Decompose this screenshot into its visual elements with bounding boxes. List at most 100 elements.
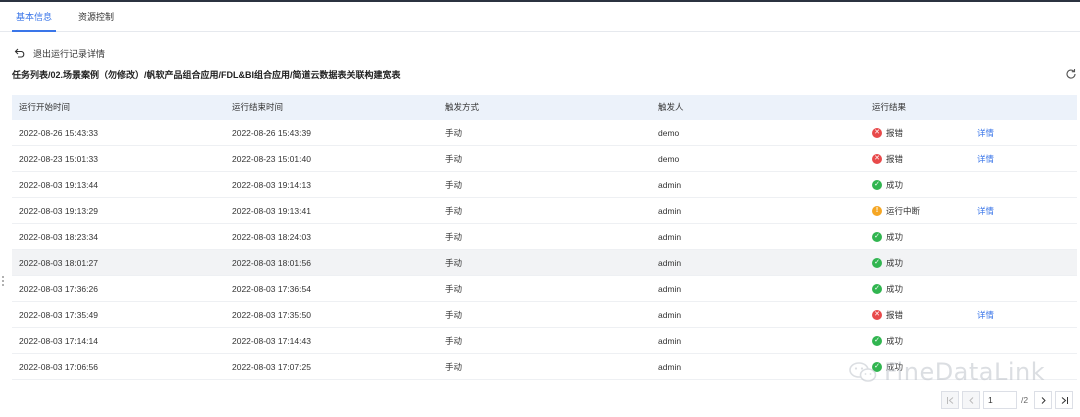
result-cell: ✓ 成功 — [872, 224, 903, 249]
first-page-button[interactable] — [941, 391, 959, 409]
result-label: 报错 — [886, 127, 904, 138]
end-time-cell: 2022-08-23 15:01:40 — [232, 154, 311, 164]
trigger-mode-cell: 手动 — [445, 154, 463, 164]
end-time-cell: 2022-08-03 17:14:43 — [232, 336, 311, 346]
table-row[interactable]: 2022-08-23 15:01:33 2022-08-23 15:01:40 手动… — [12, 146, 1077, 172]
start-time-cell: 2022-08-26 15:43:33 — [19, 128, 98, 138]
start-time-cell: 2022-08-03 17:14:14 — [19, 336, 98, 346]
trigger-user-cell: admin — [658, 362, 682, 372]
trigger-mode-cell: 手动 — [445, 128, 463, 138]
detail-link[interactable]: 详情 — [977, 146, 994, 171]
watermark-text: FineDataLink — [884, 358, 1046, 386]
chevron-right-icon — [1041, 396, 1046, 404]
trigger-user-cell: demo — [658, 128, 680, 138]
chevron-left-icon — [968, 396, 973, 404]
success-status-icon: ✓ — [872, 231, 882, 242]
end-time-cell: 2022-08-03 18:24:03 — [232, 232, 311, 242]
tab-resource-control[interactable]: 资源控制 — [78, 2, 114, 32]
next-page-button[interactable] — [1034, 391, 1052, 409]
watermark: FineDataLink — [848, 358, 1045, 386]
wechat-icon — [849, 362, 877, 382]
success-status-icon: ✓ — [872, 179, 882, 190]
trigger-mode-cell: 手动 — [445, 336, 463, 346]
last-page-button[interactable] — [1055, 391, 1073, 409]
result-cell: ✕ 报错 — [872, 302, 903, 327]
error-status-icon: ✕ — [872, 127, 882, 138]
start-time-cell: 2022-08-23 15:01:33 — [19, 154, 98, 164]
column-header-end-time: 运行结束时间 — [232, 102, 284, 112]
trigger-mode-cell: 手动 — [445, 258, 463, 268]
trigger-user-cell: admin — [658, 232, 682, 242]
result-label: 成功 — [886, 283, 904, 294]
tab-bar: 基本信息 资源控制 — [0, 2, 1080, 32]
page-number-input[interactable]: 1 — [983, 391, 1017, 409]
result-cell: ✓ 成功 — [872, 172, 903, 197]
end-time-cell: 2022-08-03 19:14:13 — [232, 180, 311, 190]
trigger-user-cell: demo — [658, 154, 680, 164]
page-total: /2 — [1021, 395, 1029, 405]
trigger-user-cell: admin — [658, 336, 682, 346]
back-arrow-icon — [14, 48, 25, 58]
result-label: 成功 — [886, 257, 904, 268]
error-status-icon: ✕ — [872, 153, 882, 164]
start-time-cell: 2022-08-03 17:06:56 — [19, 362, 98, 372]
detail-link[interactable]: 详情 — [977, 120, 994, 145]
end-time-cell: 2022-08-03 17:07:25 — [232, 362, 311, 372]
first-page-icon — [946, 396, 953, 404]
trigger-mode-cell: 手动 — [445, 284, 463, 294]
result-cell: ✓ 成功 — [872, 276, 903, 301]
success-status-icon: ✓ — [872, 335, 882, 346]
table-row[interactable]: 2022-08-03 18:23:34 2022-08-03 18:24:03 手动… — [12, 224, 1077, 250]
result-label: 成功 — [886, 335, 904, 346]
exit-run-record-button[interactable]: 退出运行记录详情 — [14, 46, 105, 60]
trigger-user-cell: admin — [658, 258, 682, 268]
end-time-cell: 2022-08-26 15:43:39 — [232, 128, 311, 138]
detail-link[interactable]: 详情 — [977, 198, 994, 223]
result-cell: ✕ 报错 — [872, 146, 903, 171]
column-header-trigger-user: 触发人 — [658, 102, 684, 112]
table-row[interactable]: 2022-08-03 19:13:44 2022-08-03 19:14:13 手动… — [12, 172, 1077, 198]
last-page-icon — [1061, 396, 1068, 404]
table-row[interactable]: 2022-08-03 19:13:29 2022-08-03 19:13:41 手动… — [12, 198, 1077, 224]
column-header-start-time: 运行开始时间 — [19, 102, 71, 112]
start-time-cell: 2022-08-03 17:35:49 — [19, 310, 98, 320]
result-label: 报错 — [886, 309, 904, 320]
trigger-mode-cell: 手动 — [445, 206, 463, 216]
result-label: 运行中断 — [886, 205, 921, 216]
trigger-user-cell: admin — [658, 206, 682, 216]
result-cell: ✓ 成功 — [872, 250, 903, 275]
trigger-user-cell: admin — [658, 284, 682, 294]
drag-handle[interactable] — [2, 276, 5, 290]
run-record-table: 运行开始时间 运行结束时间 触发方式 触发人 运行结果 2022-08-26 1… — [12, 95, 1077, 380]
table-row[interactable]: 2022-08-03 17:14:14 2022-08-03 17:14:43 手动… — [12, 328, 1077, 354]
tab-basic-info[interactable]: 基本信息 — [12, 2, 56, 32]
table-row[interactable]: 2022-08-26 15:43:33 2022-08-26 15:43:39 手动… — [12, 120, 1077, 146]
result-cell: ✕ 报错 — [872, 120, 903, 145]
trigger-mode-cell: 手动 — [445, 180, 463, 190]
start-time-cell: 2022-08-03 17:36:26 — [19, 284, 98, 294]
table-row[interactable]: 2022-08-03 17:36:26 2022-08-03 17:36:54 手动… — [12, 276, 1077, 302]
end-time-cell: 2022-08-03 17:36:54 — [232, 284, 311, 294]
refresh-icon[interactable] — [1065, 68, 1077, 80]
end-time-cell: 2022-08-03 17:35:50 — [232, 310, 311, 320]
result-label: 成功 — [886, 231, 904, 242]
start-time-cell: 2022-08-03 19:13:44 — [19, 180, 98, 190]
start-time-cell: 2022-08-03 18:01:27 — [19, 258, 98, 268]
table-row[interactable]: 2022-08-03 17:35:49 2022-08-03 17:35:50 手动… — [12, 302, 1077, 328]
task-path-breadcrumb: 任务列表/02.场景案例（勿修改）/帆软产品组合应用/FDL&BI组合应用/简道… — [12, 70, 401, 80]
trigger-user-cell: admin — [658, 310, 682, 320]
trigger-user-cell: admin — [658, 180, 682, 190]
table-row[interactable]: 2022-08-03 18:01:27 2022-08-03 18:01:56 手动… — [12, 250, 1077, 276]
warn-status-icon: ! — [872, 205, 882, 216]
success-status-icon: ✓ — [872, 257, 882, 268]
exit-run-record-label: 退出运行记录详情 — [33, 48, 106, 59]
start-time-cell: 2022-08-03 18:23:34 — [19, 232, 98, 242]
column-header-trigger-mode: 触发方式 — [445, 102, 480, 112]
result-cell: ✓ 成功 — [872, 328, 903, 353]
prev-page-button[interactable] — [962, 391, 980, 409]
column-header-result: 运行结果 — [872, 102, 907, 112]
trigger-mode-cell: 手动 — [445, 362, 463, 372]
end-time-cell: 2022-08-03 18:01:56 — [232, 258, 311, 268]
error-status-icon: ✕ — [872, 309, 882, 320]
detail-link[interactable]: 详情 — [977, 302, 994, 327]
